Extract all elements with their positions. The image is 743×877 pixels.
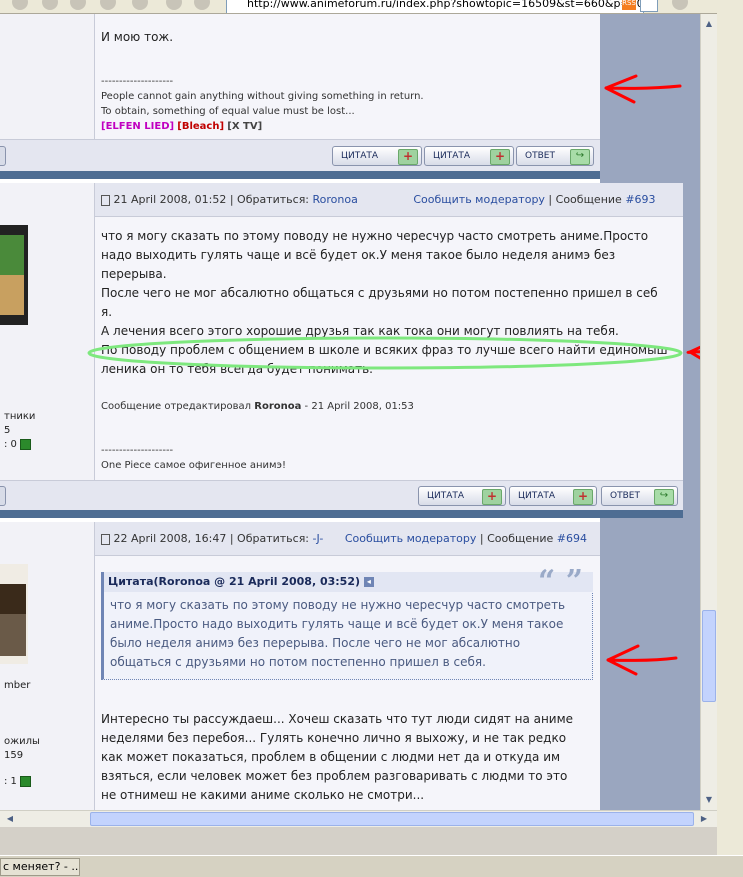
arrow-annotation-icon [604, 74, 682, 104]
taskbar-window-button[interactable]: с меняет? - ... [0, 858, 80, 876]
scroll-up-icon[interactable]: ▲ [701, 16, 717, 32]
rss-icon[interactable]: RSS [622, 0, 636, 10]
back-icon[interactable] [12, 0, 28, 10]
search-icon[interactable] [194, 0, 210, 10]
refresh-icon[interactable] [132, 0, 148, 10]
scroll-down-icon[interactable]: ▼ [701, 792, 717, 808]
scroll-left-icon[interactable]: ◀ [2, 811, 18, 827]
arrow-annotation-icon [606, 644, 678, 676]
arrow-annotation-icon [686, 345, 700, 360]
taskbar: с меняет? - ... [0, 855, 743, 877]
stop-icon[interactable] [100, 0, 116, 10]
browser-toolbar: http://www.animeforum.ru/index.php?showt… [0, 0, 743, 14]
annotation-layer [87, 74, 700, 676]
page-viewport: И мою тож. -------------------- People c… [0, 14, 700, 810]
scroll-thumb[interactable] [702, 610, 716, 702]
address-bar[interactable]: http://www.animeforum.ru/index.php?showt… [226, 0, 644, 13]
dropdown-icon[interactable] [70, 0, 86, 10]
home-icon[interactable] [166, 0, 182, 10]
scroll-right-icon[interactable]: ▶ [696, 811, 712, 827]
hscroll-thumb[interactable] [90, 812, 694, 826]
horizontal-scrollbar[interactable]: ◀ ▶ [0, 810, 717, 827]
highlight-ellipse-icon [87, 336, 683, 370]
address-dropdown-icon[interactable] [640, 0, 658, 12]
vertical-scrollbar[interactable]: ▲ ▼ [700, 14, 717, 810]
go-icon[interactable] [672, 0, 688, 10]
forward-icon[interactable] [42, 0, 58, 10]
window-frame-right [717, 0, 743, 855]
